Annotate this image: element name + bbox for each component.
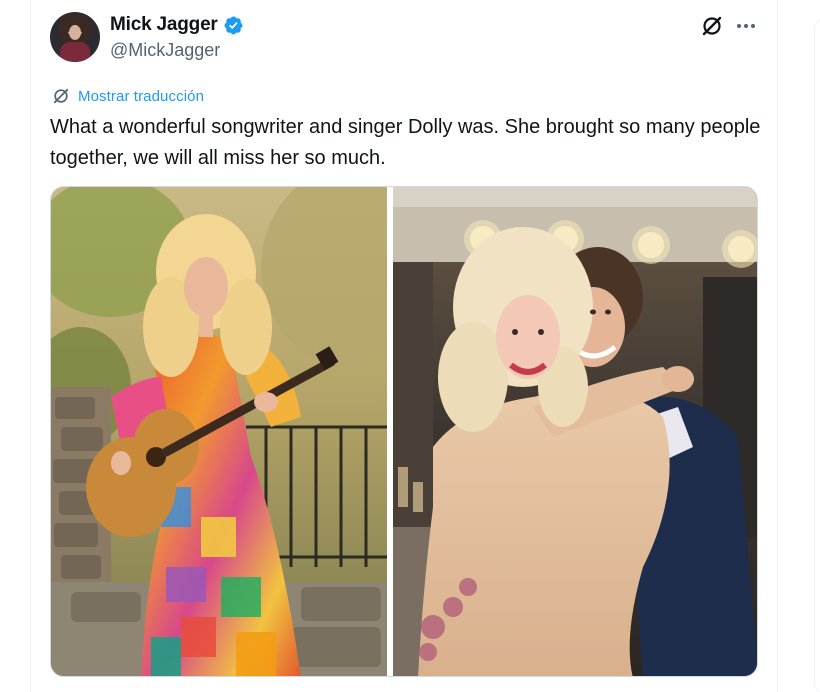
translate-icon: [53, 88, 69, 104]
show-translation-link[interactable]: Mostrar traducción: [51, 86, 204, 106]
author-display-name[interactable]: Mick Jagger: [110, 14, 218, 36]
media-grid: [50, 186, 758, 677]
more-horizontal-icon[interactable]: [734, 14, 758, 38]
avatar[interactable]: [50, 12, 100, 62]
author-handle[interactable]: @MickJagger: [110, 40, 220, 61]
tweet-text: What a wonderful songwriter and singer D…: [50, 116, 761, 169]
timeline-right-border: [777, 0, 778, 692]
media-photo-1[interactable]: [51, 187, 387, 676]
photo-dressing-room: [393, 187, 757, 676]
timeline-left-border: [30, 0, 31, 692]
show-translation-label[interactable]: Mostrar traducción: [78, 88, 204, 105]
verified-badge-icon: [224, 16, 243, 34]
sidebar-card: [814, 18, 820, 692]
tweet-page: Mick Jagger @MickJagger Mostrar traducci…: [0, 0, 820, 692]
grok-icon[interactable]: [700, 14, 724, 38]
photo-guitar-scene: [51, 187, 387, 676]
author-name-row: Mick Jagger: [110, 14, 244, 36]
media-photo-2[interactable]: [393, 187, 757, 676]
